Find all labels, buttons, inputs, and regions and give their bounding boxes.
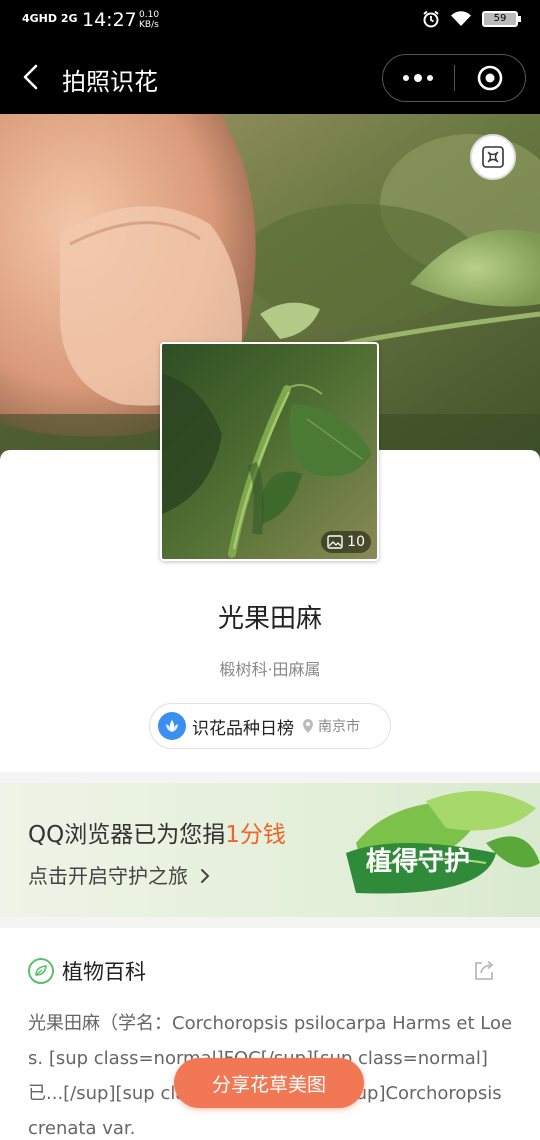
nav-bar: 拍照识花 xyxy=(0,42,540,114)
network-speed: 0.10 KB/s xyxy=(139,10,160,30)
share-photos-button[interactable]: 分享花草美图 xyxy=(174,1058,364,1108)
wifi-icon xyxy=(451,11,471,26)
ranking-label: 识花品种日榜 xyxy=(192,718,294,739)
flower-logo-icon xyxy=(158,712,186,740)
battery-icon: 59 xyxy=(482,11,521,27)
location-pin-icon xyxy=(303,719,313,733)
flower-badge-icon[interactable] xyxy=(470,134,516,180)
ranking-button[interactable]: 识花品种日榜 南京市 xyxy=(149,703,391,749)
chevron-right-icon xyxy=(201,869,210,883)
more-dots-icon[interactable] xyxy=(383,55,454,101)
image-icon xyxy=(327,535,343,549)
plant-thumbnail-image xyxy=(162,344,377,559)
mini-program-capsule xyxy=(382,54,526,102)
network-indicator: 4GHD 2G xyxy=(22,12,78,25)
alarm-icon xyxy=(423,10,439,28)
image-count-badge: 10 xyxy=(321,531,371,553)
plant-encyclopedia: 植物百科 光果田麻（学名：Corchoropsis psilocarpa Har… xyxy=(0,928,540,1140)
share-icon[interactable] xyxy=(472,958,496,982)
target-circle-icon[interactable] xyxy=(455,55,526,101)
plant-taxonomy: 椴树科·田麻属 xyxy=(219,660,321,679)
donation-banner[interactable]: QQ浏览器已为您捐1分钱 点击开启守护之旅 植得守护 xyxy=(0,783,540,917)
chevron-left-icon[interactable] xyxy=(16,62,46,92)
status-icons: 59 xyxy=(422,10,521,28)
page-title: 拍照识花 xyxy=(62,68,158,96)
plant-name: 光果田麻 xyxy=(217,604,322,634)
leaf-icon xyxy=(28,958,54,984)
plant-thumbnail[interactable]: 10 xyxy=(160,342,379,561)
leaf-badge-art: 植得守护 xyxy=(346,791,540,894)
banner-cta[interactable]: 点击开启守护之旅 xyxy=(28,860,212,889)
encyclopedia-title: 植物百科 xyxy=(62,960,146,984)
banner-headline: QQ浏览器已为您捐1分钱 xyxy=(28,822,286,848)
status-bar: 4GHD 2G 14:27 0.10 KB/s 59 xyxy=(0,0,540,42)
banner-badge-text: 植得守护 xyxy=(366,846,470,877)
clock: 14:27 xyxy=(82,9,137,31)
city-label: 南京市 xyxy=(318,719,360,735)
